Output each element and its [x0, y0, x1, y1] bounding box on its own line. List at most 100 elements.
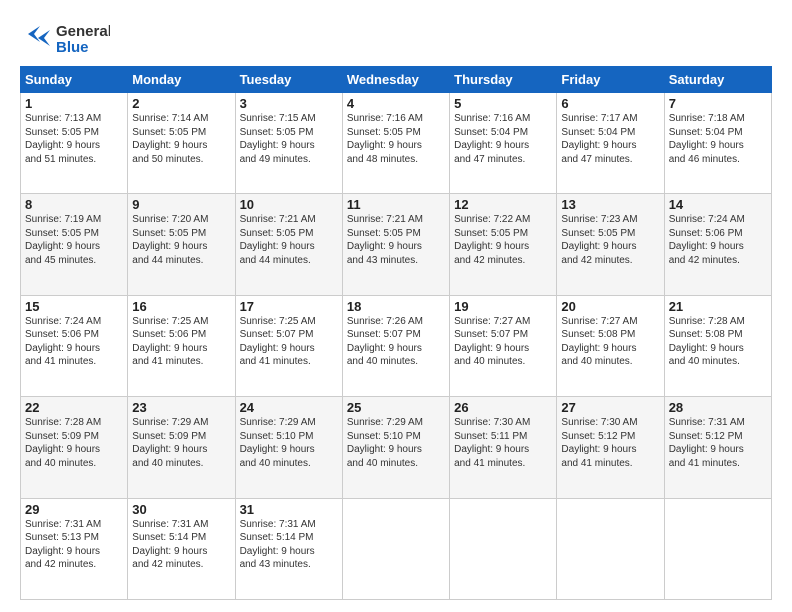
- weekday-header-monday: Monday: [128, 67, 235, 93]
- calendar-cell: 25Sunrise: 7:29 AMSunset: 5:10 PMDayligh…: [342, 397, 449, 498]
- cell-info: Sunrise: 7:26 AMSunset: 5:07 PMDaylight:…: [347, 315, 445, 369]
- svg-text:Blue: Blue: [56, 39, 89, 56]
- day-number: 12: [454, 197, 552, 212]
- cell-info: Sunrise: 7:30 AMSunset: 5:12 PMDaylight:…: [561, 416, 659, 470]
- cell-info: Sunrise: 7:31 AMSunset: 5:14 PMDaylight:…: [132, 518, 230, 572]
- cell-info: Sunrise: 7:27 AMSunset: 5:07 PMDaylight:…: [454, 315, 552, 369]
- calendar-body: 1Sunrise: 7:13 AMSunset: 5:05 PMDaylight…: [21, 93, 772, 600]
- svg-text:General: General: [56, 23, 110, 40]
- cell-info: Sunrise: 7:23 AMSunset: 5:05 PMDaylight:…: [561, 213, 659, 267]
- calendar-cell: 28Sunrise: 7:31 AMSunset: 5:12 PMDayligh…: [664, 397, 771, 498]
- calendar-cell: 13Sunrise: 7:23 AMSunset: 5:05 PMDayligh…: [557, 194, 664, 295]
- calendar-cell: 17Sunrise: 7:25 AMSunset: 5:07 PMDayligh…: [235, 295, 342, 396]
- calendar-week-5: 29Sunrise: 7:31 AMSunset: 5:13 PMDayligh…: [21, 498, 772, 599]
- day-number: 2: [132, 96, 230, 111]
- weekday-header-sunday: Sunday: [21, 67, 128, 93]
- day-number: 23: [132, 400, 230, 415]
- day-number: 30: [132, 502, 230, 517]
- calendar-cell: 11Sunrise: 7:21 AMSunset: 5:05 PMDayligh…: [342, 194, 449, 295]
- calendar-cell: 3Sunrise: 7:15 AMSunset: 5:05 PMDaylight…: [235, 93, 342, 194]
- logo-area: GeneralBlue: [20, 18, 110, 58]
- calendar-cell: 21Sunrise: 7:28 AMSunset: 5:08 PMDayligh…: [664, 295, 771, 396]
- weekday-header-thursday: Thursday: [450, 67, 557, 93]
- cell-info: Sunrise: 7:16 AMSunset: 5:05 PMDaylight:…: [347, 112, 445, 166]
- day-number: 3: [240, 96, 338, 111]
- cell-info: Sunrise: 7:31 AMSunset: 5:13 PMDaylight:…: [25, 518, 123, 572]
- cell-info: Sunrise: 7:19 AMSunset: 5:05 PMDaylight:…: [25, 213, 123, 267]
- cell-info: Sunrise: 7:22 AMSunset: 5:05 PMDaylight:…: [454, 213, 552, 267]
- cell-info: Sunrise: 7:17 AMSunset: 5:04 PMDaylight:…: [561, 112, 659, 166]
- calendar-cell: 31Sunrise: 7:31 AMSunset: 5:14 PMDayligh…: [235, 498, 342, 599]
- calendar-cell: 20Sunrise: 7:27 AMSunset: 5:08 PMDayligh…: [557, 295, 664, 396]
- day-number: 26: [454, 400, 552, 415]
- calendar-week-1: 1Sunrise: 7:13 AMSunset: 5:05 PMDaylight…: [21, 93, 772, 194]
- calendar-cell: [342, 498, 449, 599]
- calendar-cell: [557, 498, 664, 599]
- header: GeneralBlue: [20, 18, 772, 58]
- cell-info: Sunrise: 7:30 AMSunset: 5:11 PMDaylight:…: [454, 416, 552, 470]
- day-number: 31: [240, 502, 338, 517]
- day-number: 25: [347, 400, 445, 415]
- calendar-cell: 26Sunrise: 7:30 AMSunset: 5:11 PMDayligh…: [450, 397, 557, 498]
- calendar-cell: 16Sunrise: 7:25 AMSunset: 5:06 PMDayligh…: [128, 295, 235, 396]
- day-number: 29: [25, 502, 123, 517]
- cell-info: Sunrise: 7:27 AMSunset: 5:08 PMDaylight:…: [561, 315, 659, 369]
- calendar-cell: [450, 498, 557, 599]
- cell-info: Sunrise: 7:24 AMSunset: 5:06 PMDaylight:…: [669, 213, 767, 267]
- calendar-header-row: SundayMondayTuesdayWednesdayThursdayFrid…: [21, 67, 772, 93]
- day-number: 13: [561, 197, 659, 212]
- cell-info: Sunrise: 7:21 AMSunset: 5:05 PMDaylight:…: [240, 213, 338, 267]
- day-number: 14: [669, 197, 767, 212]
- day-number: 10: [240, 197, 338, 212]
- day-number: 8: [25, 197, 123, 212]
- cell-info: Sunrise: 7:29 AMSunset: 5:10 PMDaylight:…: [347, 416, 445, 470]
- calendar-cell: 12Sunrise: 7:22 AMSunset: 5:05 PMDayligh…: [450, 194, 557, 295]
- day-number: 15: [25, 299, 123, 314]
- cell-info: Sunrise: 7:14 AMSunset: 5:05 PMDaylight:…: [132, 112, 230, 166]
- day-number: 5: [454, 96, 552, 111]
- day-number: 7: [669, 96, 767, 111]
- day-number: 16: [132, 299, 230, 314]
- day-number: 6: [561, 96, 659, 111]
- calendar-cell: 29Sunrise: 7:31 AMSunset: 5:13 PMDayligh…: [21, 498, 128, 599]
- calendar-cell: 30Sunrise: 7:31 AMSunset: 5:14 PMDayligh…: [128, 498, 235, 599]
- calendar-cell: 9Sunrise: 7:20 AMSunset: 5:05 PMDaylight…: [128, 194, 235, 295]
- cell-info: Sunrise: 7:18 AMSunset: 5:04 PMDaylight:…: [669, 112, 767, 166]
- cell-info: Sunrise: 7:20 AMSunset: 5:05 PMDaylight:…: [132, 213, 230, 267]
- day-number: 17: [240, 299, 338, 314]
- calendar-cell: [664, 498, 771, 599]
- calendar-week-4: 22Sunrise: 7:28 AMSunset: 5:09 PMDayligh…: [21, 397, 772, 498]
- calendar-cell: 27Sunrise: 7:30 AMSunset: 5:12 PMDayligh…: [557, 397, 664, 498]
- calendar-cell: 24Sunrise: 7:29 AMSunset: 5:10 PMDayligh…: [235, 397, 342, 498]
- cell-info: Sunrise: 7:31 AMSunset: 5:14 PMDaylight:…: [240, 518, 338, 572]
- day-number: 22: [25, 400, 123, 415]
- day-number: 20: [561, 299, 659, 314]
- calendar-cell: 19Sunrise: 7:27 AMSunset: 5:07 PMDayligh…: [450, 295, 557, 396]
- day-number: 24: [240, 400, 338, 415]
- calendar-cell: 6Sunrise: 7:17 AMSunset: 5:04 PMDaylight…: [557, 93, 664, 194]
- calendar-cell: 4Sunrise: 7:16 AMSunset: 5:05 PMDaylight…: [342, 93, 449, 194]
- cell-info: Sunrise: 7:21 AMSunset: 5:05 PMDaylight:…: [347, 213, 445, 267]
- day-number: 28: [669, 400, 767, 415]
- calendar-cell: 5Sunrise: 7:16 AMSunset: 5:04 PMDaylight…: [450, 93, 557, 194]
- calendar-week-3: 15Sunrise: 7:24 AMSunset: 5:06 PMDayligh…: [21, 295, 772, 396]
- calendar-cell: 23Sunrise: 7:29 AMSunset: 5:09 PMDayligh…: [128, 397, 235, 498]
- calendar-cell: 10Sunrise: 7:21 AMSunset: 5:05 PMDayligh…: [235, 194, 342, 295]
- calendar-cell: 18Sunrise: 7:26 AMSunset: 5:07 PMDayligh…: [342, 295, 449, 396]
- weekday-header-friday: Friday: [557, 67, 664, 93]
- calendar-week-2: 8Sunrise: 7:19 AMSunset: 5:05 PMDaylight…: [21, 194, 772, 295]
- calendar-cell: 1Sunrise: 7:13 AMSunset: 5:05 PMDaylight…: [21, 93, 128, 194]
- logo-svg: GeneralBlue: [20, 18, 110, 58]
- day-number: 1: [25, 96, 123, 111]
- cell-info: Sunrise: 7:15 AMSunset: 5:05 PMDaylight:…: [240, 112, 338, 166]
- calendar-cell: 15Sunrise: 7:24 AMSunset: 5:06 PMDayligh…: [21, 295, 128, 396]
- cell-info: Sunrise: 7:28 AMSunset: 5:08 PMDaylight:…: [669, 315, 767, 369]
- cell-info: Sunrise: 7:29 AMSunset: 5:09 PMDaylight:…: [132, 416, 230, 470]
- day-number: 18: [347, 299, 445, 314]
- day-number: 4: [347, 96, 445, 111]
- calendar-cell: 22Sunrise: 7:28 AMSunset: 5:09 PMDayligh…: [21, 397, 128, 498]
- cell-info: Sunrise: 7:13 AMSunset: 5:05 PMDaylight:…: [25, 112, 123, 166]
- cell-info: Sunrise: 7:29 AMSunset: 5:10 PMDaylight:…: [240, 416, 338, 470]
- calendar-table: SundayMondayTuesdayWednesdayThursdayFrid…: [20, 66, 772, 600]
- cell-info: Sunrise: 7:28 AMSunset: 5:09 PMDaylight:…: [25, 416, 123, 470]
